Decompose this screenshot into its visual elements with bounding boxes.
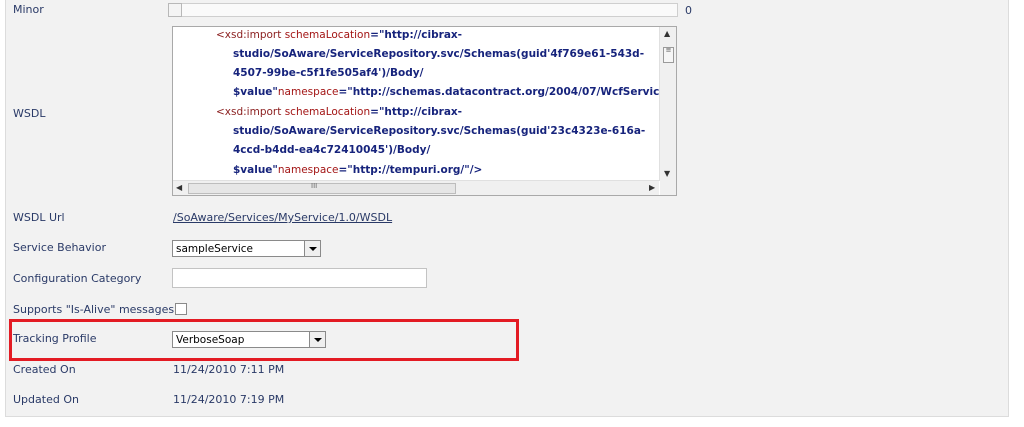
configuration-category-input[interactable]	[172, 268, 427, 288]
configuration-category-label: Configuration Category	[13, 272, 142, 285]
wsdl-content: <xsd:import schemaLocation="http://cibra…	[173, 27, 659, 181]
wsdl-line: 4507-99be-c5f1fe505af4')/Body/	[233, 67, 424, 79]
wsdl-line: studio/SoAware/ServiceRepository.svc/Sch…	[233, 48, 645, 60]
minor-slider[interactable]	[168, 3, 678, 17]
wsdl-horizontal-scrollbar[interactable]: ◀ III ▶	[173, 180, 659, 195]
supports-is-alive-checkbox[interactable]	[175, 303, 187, 315]
scroll-left-arrow-icon[interactable]: ◀	[176, 183, 182, 193]
scroll-right-arrow-icon[interactable]: ▶	[649, 183, 655, 193]
thumb-grip-icon: III	[311, 182, 318, 190]
minor-label: Minor	[13, 3, 44, 16]
scroll-corner	[660, 181, 676, 195]
wsdl-line: $value"namespace="http://schemas.datacon…	[233, 86, 659, 98]
wsdl-line: <xsd:import schemaLocation="http://cibra…	[216, 29, 463, 41]
updated-on-label: Updated On	[13, 393, 79, 406]
supports-is-alive-label: Supports "Is-Alive" messages	[13, 303, 175, 316]
chevron-down-icon[interactable]	[304, 241, 320, 256]
wsdl-horizontal-scroll-thumb[interactable]: III	[188, 182, 456, 194]
wsdl-line: <xsd:import schemaLocation="http://cibra…	[216, 106, 463, 118]
tracking-profile-highlight	[9, 319, 519, 361]
wsdl-textarea[interactable]: <xsd:import schemaLocation="http://cibra…	[172, 26, 677, 196]
scroll-down-arrow-icon[interactable]: ▼	[664, 169, 670, 179]
wsdl-vertical-scroll-thumb[interactable]: ≡	[663, 47, 674, 63]
updated-on-value: 11/24/2010 7:19 PM	[173, 393, 285, 406]
wsdl-line: $value"namespace="http://tempuri.org/"/>	[233, 164, 483, 176]
minor-value: 0	[685, 4, 692, 17]
wsdl-line: studio/SoAware/ServiceRepository.svc/Sch…	[233, 125, 646, 137]
minor-slider-handle[interactable]	[168, 3, 182, 17]
wsdl-url-link[interactable]: /SoAware/Services/MyService/1.0/WSDL	[173, 211, 392, 224]
created-on-label: Created On	[13, 363, 76, 376]
scroll-up-arrow-icon[interactable]: ▲	[664, 29, 670, 39]
service-behavior-value: sampleService	[176, 243, 253, 255]
wsdl-vertical-scrollbar[interactable]: ▲ ≡ ▼	[659, 27, 676, 181]
wsdl-url-label: WSDL Url	[13, 211, 65, 224]
created-on-value: 11/24/2010 7:11 PM	[173, 363, 285, 376]
service-behavior-label: Service Behavior	[13, 241, 106, 254]
service-behavior-select[interactable]: sampleService	[172, 240, 321, 257]
wsdl-label: WSDL	[13, 107, 46, 120]
wsdl-line: 4ccd-b4dd-ea4c72410045')/Body/	[233, 144, 431, 156]
